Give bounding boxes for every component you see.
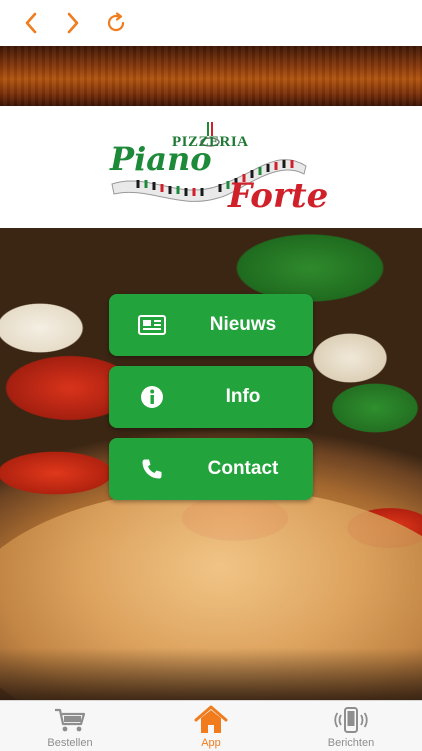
home-icon [194,705,228,735]
reload-button[interactable] [101,8,131,38]
info-button[interactable]: Info [109,366,313,428]
tab-berichten[interactable]: Berichten [301,701,401,751]
logo-piano-text: Piano [110,140,212,178]
wood-banner [0,46,422,106]
newspaper-icon [137,310,167,340]
tab-app[interactable]: App [161,701,261,751]
nieuws-button[interactable]: Nieuws [109,294,313,356]
bottom-tab-bar: Bestellen App Berichten [0,700,422,751]
tab-bestellen[interactable]: Bestellen [20,701,120,751]
chevron-right-icon [67,12,79,34]
tab-berichten-label: Berichten [327,737,375,749]
logo-forte-text: Forte [228,176,329,216]
forward-button[interactable] [58,8,88,38]
nieuws-label: Nieuws [209,314,277,335]
contact-button[interactable]: Contact [109,438,313,500]
logo-area: PIZZERIA Piano Forte [0,106,422,228]
cart-icon [53,705,87,735]
contact-label: Contact [207,458,279,479]
info-label: Info [225,386,261,407]
back-button[interactable] [16,8,46,38]
phone-vibrate-icon [334,705,368,735]
hero-shadow [0,648,422,700]
reload-icon [107,12,125,32]
phone-icon [137,454,167,484]
pizzeria-logo: PIZZERIA Piano Forte [108,120,328,220]
tab-bestellen-label: Bestellen [47,737,93,749]
chevron-left-icon [25,12,37,34]
tab-app-label: App [201,737,221,749]
top-nav-bar [0,0,422,46]
info-icon [137,382,167,412]
